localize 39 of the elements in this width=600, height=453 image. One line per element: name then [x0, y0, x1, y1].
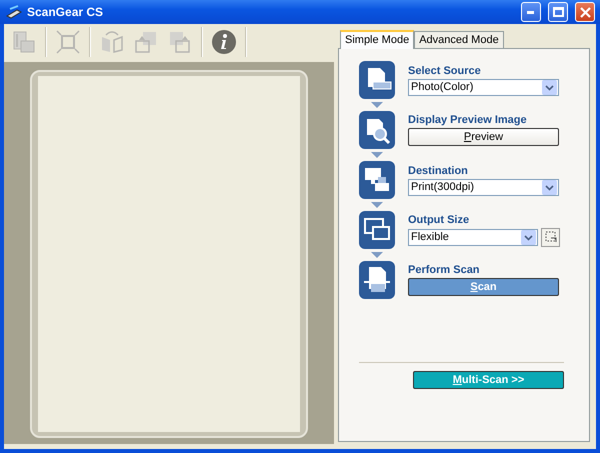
chevron-down-icon [542, 180, 557, 194]
crop-icon [55, 29, 81, 55]
scanner-icon [6, 5, 22, 19]
windows-icon [359, 211, 395, 249]
thumbnails-icon [11, 29, 37, 55]
mode-tab[interactable]: Simple Mode [340, 30, 414, 49]
step-title: Select Source [408, 64, 482, 76]
dropdown[interactable]: Photo(Color) [408, 78, 559, 96]
step-title: Output Size [408, 214, 470, 226]
dropdown[interactable]: Flexible [408, 228, 538, 246]
down-triangle-icon [371, 152, 383, 158]
mirror-icon [99, 29, 125, 55]
crop-frame-button[interactable] [541, 228, 560, 246]
minimize-icon [527, 10, 535, 14]
close-icon [580, 6, 590, 18]
rotate-left-icon [133, 29, 159, 55]
minimize-button[interactable] [521, 2, 541, 22]
down-triangle-icon [371, 252, 383, 258]
dropdown[interactable]: Print(300dpi) [408, 178, 559, 196]
mode-tab[interactable]: Advanced Mode [414, 31, 504, 48]
scanner-document-icon [359, 261, 395, 299]
preview-button[interactable]: Preview [408, 128, 559, 146]
maximize-icon [552, 7, 564, 17]
info-icon [211, 29, 237, 55]
window-title: ScanGear CS [27, 5, 104, 19]
chevron-down-icon [542, 80, 557, 94]
computer-printer-icon [359, 161, 395, 199]
dotted-frame-icon [544, 231, 556, 243]
step-title: Perform Scan [408, 264, 481, 276]
document-film-icon [359, 61, 395, 99]
step-title: Display Preview Image [408, 114, 528, 126]
chevron-down-icon [521, 230, 536, 244]
rotate-right-icon [167, 29, 193, 55]
magnifier-document-icon [359, 111, 395, 149]
down-triangle-icon [371, 102, 383, 108]
close-button[interactable] [575, 2, 595, 22]
step-title: Destination [408, 164, 469, 176]
down-triangle-icon [371, 202, 383, 208]
maximize-button[interactable] [548, 2, 568, 22]
